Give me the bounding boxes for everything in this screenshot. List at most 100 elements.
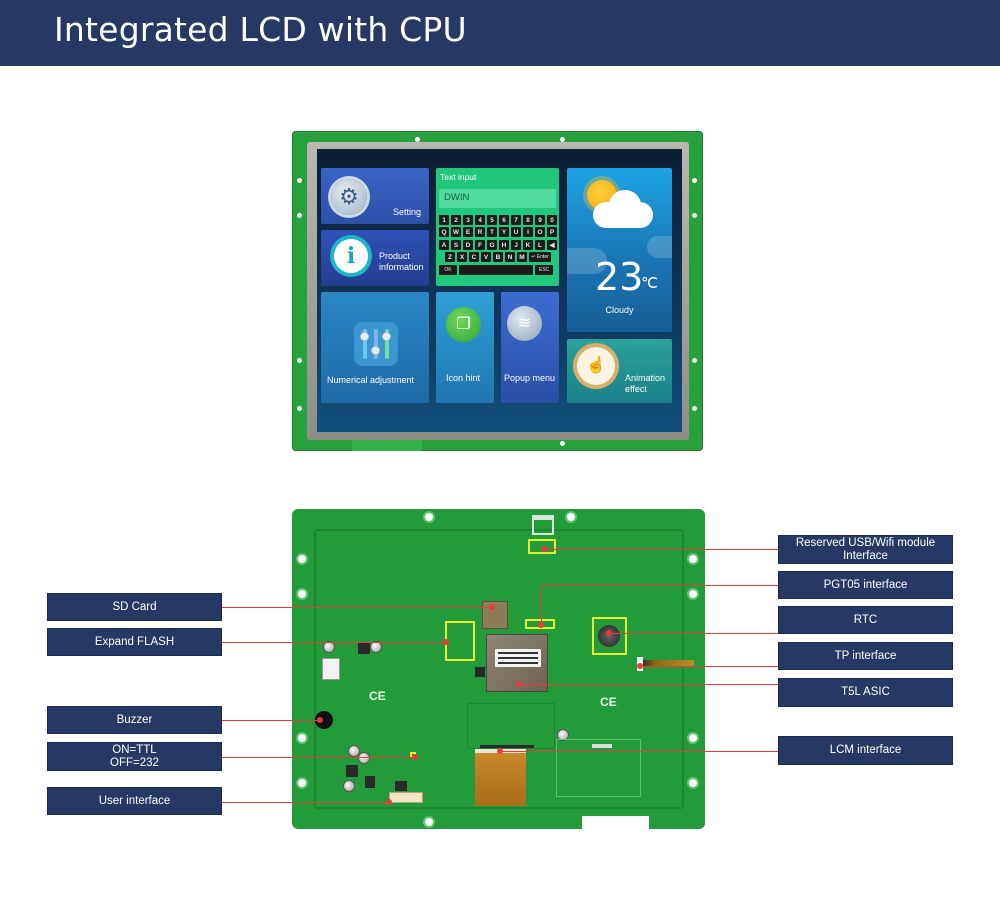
key[interactable]: 8	[523, 215, 533, 225]
key[interactable]: D	[463, 240, 473, 250]
tile-animation-effect[interactable]: ☝ Animation effect	[567, 339, 672, 403]
callout-dot-buzzer	[317, 717, 323, 723]
key[interactable]: Q	[439, 227, 449, 237]
tile-setting-label: Setting	[393, 207, 422, 217]
tile-weather[interactable]: 23 ℃ Cloudy	[567, 168, 672, 332]
callout-line-expand-flash	[222, 642, 446, 643]
callout-dot-usb-wifi	[541, 546, 547, 552]
cloud-icon-top	[609, 190, 641, 220]
label-t5l-asic: T5L ASIC	[778, 678, 953, 707]
mount-hole	[298, 779, 306, 787]
backspace-key[interactable]: ◀	[547, 240, 557, 250]
key[interactable]: E	[463, 227, 473, 237]
key[interactable]: J	[511, 240, 521, 250]
tile-setting[interactable]: ⚙ Setting	[321, 168, 429, 224]
label-text: SD Card	[112, 600, 157, 613]
key[interactable]: P	[547, 227, 557, 237]
pcb-notch	[582, 816, 649, 829]
key[interactable]: 4	[475, 215, 485, 225]
flash-highlight	[445, 621, 475, 661]
lcm-flex-connector	[475, 749, 526, 806]
mount-hole	[692, 406, 697, 411]
key[interactable]: I	[523, 227, 533, 237]
esc-key[interactable]: ESC	[535, 265, 553, 275]
label-text: LCM interface	[829, 744, 902, 757]
chip	[346, 765, 358, 777]
key[interactable]: L	[535, 240, 545, 250]
back-pcb-board: CE CE	[292, 509, 705, 829]
key[interactable]: O	[535, 227, 545, 237]
callout-dot-lcm-interface	[497, 748, 503, 754]
label-expand-flash: Expand FLASH	[47, 628, 222, 656]
mount-hole	[425, 818, 433, 826]
page-title: Integrated LCD with CPU	[54, 10, 467, 49]
key[interactable]: X	[457, 252, 467, 262]
tile-numerical-adjustment[interactable]: Numerical adjustment	[321, 292, 429, 403]
ctp-silkscreen-outline	[556, 739, 641, 797]
key[interactable]: T	[487, 227, 497, 237]
label-text: PGT05 interface	[823, 578, 908, 591]
callout-dot-t5l-asic	[516, 681, 522, 687]
tile-product-information[interactable]: i Product information	[321, 230, 429, 286]
key[interactable]: 7	[511, 215, 521, 225]
mount-hole	[298, 590, 306, 598]
key[interactable]: H	[499, 240, 509, 250]
label-pgt05: PGT05 interface	[778, 571, 953, 599]
key[interactable]: V	[481, 252, 491, 262]
layers-icon: ≋	[507, 306, 542, 341]
key[interactable]: 9	[535, 215, 545, 225]
key[interactable]: A	[439, 240, 449, 250]
callout-line-lcm-interface	[500, 751, 778, 752]
label-text: ON=TTL OFF=232	[110, 743, 159, 769]
ce-mark: CE	[600, 695, 617, 709]
temperature-value: 23	[595, 255, 644, 299]
mount-hole	[689, 734, 697, 742]
key[interactable]: B	[493, 252, 503, 262]
label-text: RTC	[853, 613, 878, 626]
ok-key[interactable]: OK	[439, 265, 457, 275]
sliders-icon	[354, 322, 398, 366]
text-input-field[interactable]: DWIN	[439, 189, 556, 208]
tile-popup-menu[interactable]: ≋ Popup menu	[501, 292, 559, 403]
mount-hole	[692, 178, 697, 183]
mount-hole	[689, 779, 697, 787]
callout-line-user-interface	[222, 802, 389, 803]
gear-icon: ⚙	[331, 179, 367, 215]
callout-dot-pgt05	[538, 622, 544, 628]
key[interactable]: G	[487, 240, 497, 250]
key[interactable]: 0	[547, 215, 557, 225]
key[interactable]: C	[469, 252, 479, 262]
key[interactable]: 1	[439, 215, 449, 225]
sd-card-slot	[482, 601, 508, 629]
key[interactable]: 6	[499, 215, 509, 225]
key[interactable]: N	[505, 252, 515, 262]
key[interactable]: Z	[445, 252, 455, 262]
key[interactable]: W	[451, 227, 461, 237]
key[interactable]: U	[511, 227, 521, 237]
key[interactable]: K	[523, 240, 533, 250]
label-usb-wifi: Reserved USB/Wifi module Interface	[778, 535, 953, 564]
mount-hole	[298, 734, 306, 742]
callout-dot-user-interface	[386, 799, 392, 805]
key[interactable]: Y	[499, 227, 509, 237]
space-key[interactable]	[459, 265, 533, 275]
tile-product-label-line1: Product	[379, 251, 411, 261]
mount-hole	[692, 358, 697, 363]
callout-line-sd-card	[222, 607, 492, 608]
key[interactable]: S	[451, 240, 461, 250]
key[interactable]: 2	[451, 215, 461, 225]
callout-line-ttl-232	[222, 757, 415, 758]
key[interactable]: 3	[463, 215, 473, 225]
key[interactable]: R	[475, 227, 485, 237]
mount-hole	[560, 441, 565, 446]
callout-dot-expand-flash	[443, 639, 449, 645]
key[interactable]: F	[475, 240, 485, 250]
text-input-value: DWIN	[444, 192, 470, 203]
key[interactable]: M	[517, 252, 527, 262]
lcd-screen: ⚙ Setting i Product information Text inp…	[317, 149, 682, 432]
chip	[395, 781, 407, 791]
key[interactable]: 5	[487, 215, 497, 225]
enter-key[interactable]: ↵ Enter	[529, 252, 551, 262]
keyboard-row-asdf: A S D F G H J K L ◀	[439, 240, 557, 250]
tile-icon-hint[interactable]: ❐ Icon hint	[436, 292, 494, 403]
